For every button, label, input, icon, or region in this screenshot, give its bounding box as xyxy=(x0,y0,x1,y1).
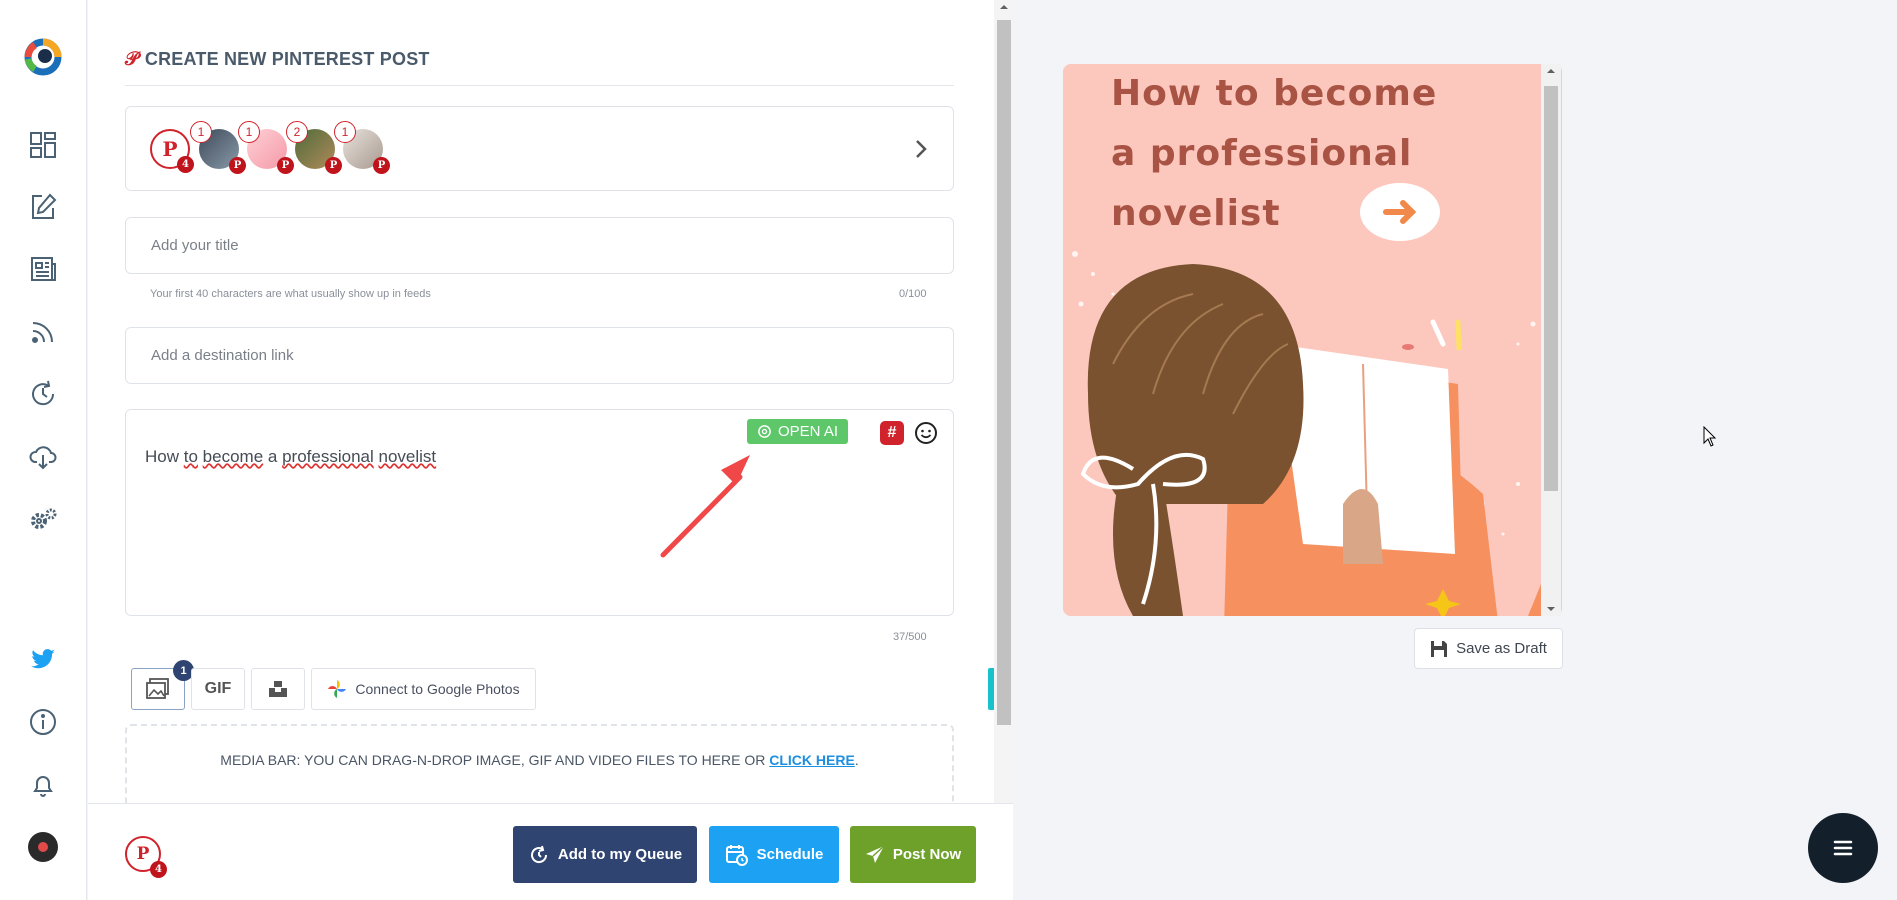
media-dropzone[interactable]: MEDIA BAR: YOU CAN DRAG-N-DROP IMAGE, GI… xyxy=(125,724,954,803)
post-text[interactable]: How to become a professional novelist xyxy=(145,447,436,467)
chevron-right-icon[interactable] xyxy=(911,137,931,161)
save-as-draft-button[interactable]: Save as Draft xyxy=(1414,628,1563,669)
menu-button[interactable] xyxy=(1808,813,1878,883)
scroll-up-icon[interactable] xyxy=(995,0,1013,14)
post-counter: 37/500 xyxy=(893,631,927,643)
unsplash-button[interactable] xyxy=(251,668,305,710)
scroll-down-icon[interactable] xyxy=(1541,602,1561,616)
post-preview-image: How to become a professional novelist xyxy=(1063,64,1562,616)
hamburger-icon xyxy=(1833,840,1853,856)
pinterest-count-badge: 4 xyxy=(177,156,194,173)
twitter-icon[interactable] xyxy=(24,640,62,678)
google-photos-button[interactable]: Connect to Google Photos xyxy=(311,668,536,710)
account-selector[interactable]: P 4 1 P 1 P 2 P 1 P xyxy=(125,106,954,191)
page-title: 𝒫 CREATE NEW PINTEREST POST xyxy=(125,48,430,70)
pinterest-mini-icon: P xyxy=(229,157,246,174)
title-counter: 0/100 xyxy=(899,288,927,300)
mouse-cursor-icon xyxy=(1703,426,1717,447)
pinterest-selected-icon[interactable]: P 4 xyxy=(125,836,167,878)
header-divider xyxy=(125,85,954,86)
click-here-link[interactable]: CLICK HERE xyxy=(769,752,855,768)
preview-title: How to become a professional novelist xyxy=(1111,73,1438,234)
posts-icon[interactable] xyxy=(24,250,62,288)
add-to-queue-button[interactable]: Add to my Queue xyxy=(513,826,697,883)
profile-count-badge: 2 xyxy=(286,121,308,143)
post-now-button[interactable]: Post Now xyxy=(850,826,976,883)
open-ai-button[interactable]: OPEN AI xyxy=(747,419,848,444)
profile-count-badge: 1 xyxy=(190,121,212,143)
post-text-area[interactable]: How to become a professional novelist OP… xyxy=(125,409,954,616)
calendar-clock-icon xyxy=(725,844,748,866)
post-composer: 𝒫 CREATE NEW PINTEREST POST P 4 1 P 1 P … xyxy=(88,0,994,803)
bell-icon[interactable] xyxy=(24,766,62,804)
emoji-icon[interactable] xyxy=(913,420,939,446)
pinterest-icon: 𝒫 xyxy=(125,48,139,70)
gif-button[interactable]: GIF xyxy=(191,668,245,710)
openai-icon xyxy=(758,425,771,438)
dashboard-icon[interactable] xyxy=(24,126,62,164)
link-field[interactable] xyxy=(125,327,954,384)
canva-button[interactable]: C xyxy=(988,668,994,710)
send-icon xyxy=(865,844,885,863)
pinterest-mini-icon: P xyxy=(325,157,342,174)
profile-count-badge: 1 xyxy=(334,121,356,143)
hashtag-button[interactable]: # xyxy=(880,421,904,445)
app-logo[interactable] xyxy=(23,37,63,77)
preview-scrollbar[interactable] xyxy=(1541,64,1561,616)
profile-avatar[interactable]: 2 P xyxy=(286,121,342,174)
image-upload-button[interactable]: 1 xyxy=(131,660,194,710)
pinterest-count-badge: 4 xyxy=(150,861,167,878)
title-field[interactable] xyxy=(125,217,954,274)
images-icon xyxy=(146,678,169,699)
unsplash-icon xyxy=(269,681,287,697)
profile-avatar[interactable]: 1 P xyxy=(238,121,294,174)
user-avatar[interactable] xyxy=(28,832,58,862)
profile-avatar[interactable]: 1 P xyxy=(334,121,390,174)
save-icon xyxy=(1431,640,1448,657)
schedule-button[interactable]: Schedule xyxy=(709,826,839,883)
google-photos-icon xyxy=(328,680,347,698)
title-input[interactable] xyxy=(126,218,953,273)
scrollbar-thumb[interactable] xyxy=(997,20,1011,725)
bottom-action-bar: P 4 Add to my Queue Schedule Post Now xyxy=(88,803,1013,900)
rss-icon[interactable] xyxy=(24,313,62,351)
preview-scrollbar-thumb[interactable] xyxy=(1544,86,1558,491)
cloud-download-icon[interactable] xyxy=(24,437,62,475)
info-icon[interactable] xyxy=(24,703,62,741)
compose-icon[interactable] xyxy=(24,188,62,226)
profile-count-badge: 1 xyxy=(238,121,260,143)
settings-icon[interactable] xyxy=(24,500,62,538)
queue-icon xyxy=(530,845,547,863)
pinterest-mini-icon: P xyxy=(277,157,294,174)
profile-avatar[interactable]: 1 P xyxy=(190,121,246,174)
scroll-up-icon[interactable] xyxy=(1541,64,1561,78)
composer-scrollbar[interactable] xyxy=(995,0,1013,803)
title-hint: Your first 40 characters are what usuall… xyxy=(150,288,431,300)
pinterest-mini-icon: P xyxy=(373,157,390,174)
recycle-schedule-icon[interactable] xyxy=(24,375,62,413)
pinterest-account-icon[interactable]: P 4 xyxy=(150,129,194,173)
destination-link-input[interactable] xyxy=(126,328,953,383)
left-sidebar xyxy=(0,0,87,900)
